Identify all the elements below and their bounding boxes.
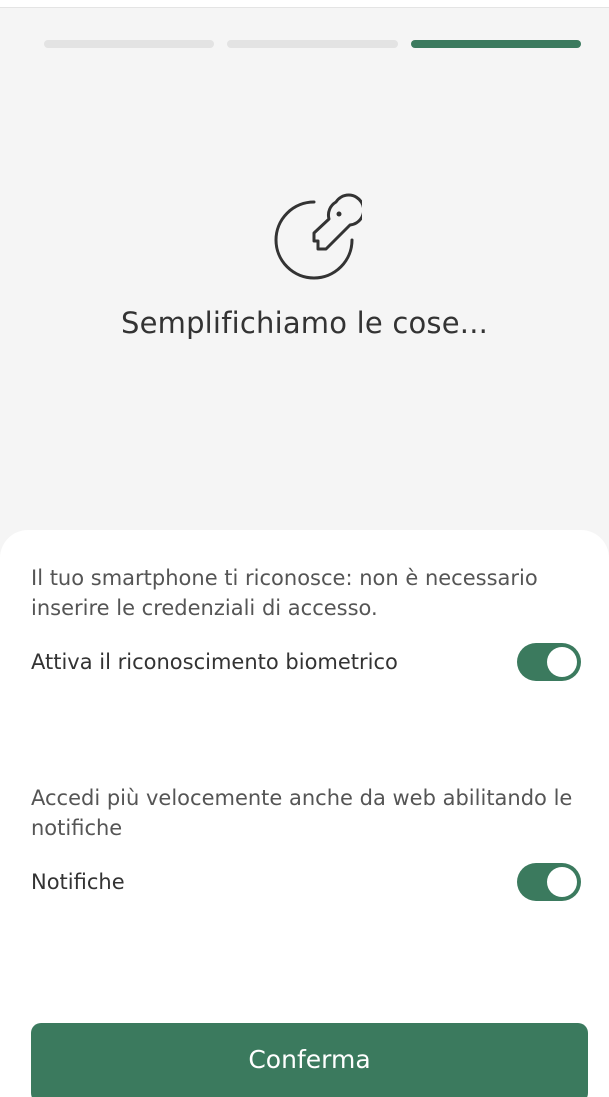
notifications-description: Accedi più velocemente anche da web abil… [31,786,573,840]
biometric-label: Attiva il riconoscimento biometrico [31,650,398,674]
top-border [0,0,609,8]
screen: Semplifichiamo le cose... Il tuo smartph… [0,0,609,1097]
toggle-knob [547,867,577,897]
confirm-button[interactable]: Conferma [31,1023,588,1097]
biometric-setting-row: Attiva il riconoscimento biometrico [31,642,581,682]
notifications-label: Notifiche [31,870,125,894]
toggle-knob [547,647,577,677]
biometric-toggle[interactable] [517,643,581,681]
key-circle-icon [274,193,362,280]
notifications-toggle[interactable] [517,863,581,901]
page-title: Semplifichiamo le cose... [120,306,489,340]
progress-step-3 [410,40,581,48]
progress-step-1 [44,40,215,48]
progress-indicator [44,40,581,48]
biometric-description: Il tuo smartphone ti riconosce: non è ne… [31,566,538,620]
progress-step-2 [227,40,398,48]
notifications-setting-row: Notifiche [31,862,581,902]
